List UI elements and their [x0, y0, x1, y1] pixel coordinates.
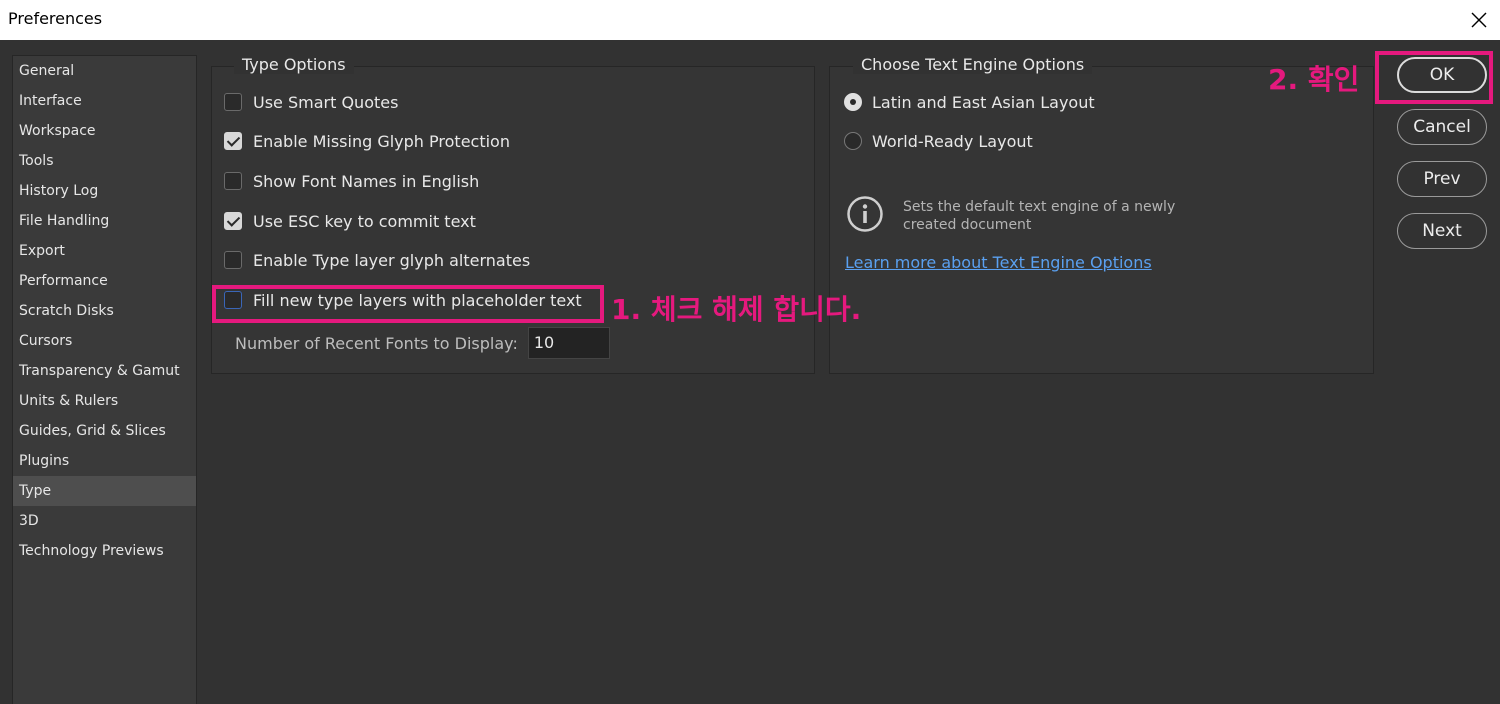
placeholder-text-checkbox[interactable]	[224, 291, 242, 309]
sidebar-item-general[interactable]: General	[13, 56, 196, 86]
latin-east-asian-option[interactable]: Latin and East Asian Layout	[844, 91, 1095, 113]
next-button[interactable]: Next	[1397, 213, 1487, 249]
sidebar-item-workspace[interactable]: Workspace	[13, 116, 196, 146]
smart-quotes-option[interactable]: Use Smart Quotes	[224, 91, 398, 113]
latin-east-asian-label: Latin and East Asian Layout	[872, 92, 1095, 112]
step2-annotation: 2. 확인	[1268, 63, 1360, 96]
sidebar-item-file-handling[interactable]: File Handling	[13, 206, 196, 236]
info-icon	[847, 196, 883, 232]
glyph-alternates-checkbox[interactable]	[224, 251, 242, 269]
smart-quotes-label: Use Smart Quotes	[253, 92, 399, 112]
sidebar-item-transparency-gamut[interactable]: Transparency & Gamut	[13, 356, 196, 386]
preferences-sidebar: General Interface Workspace Tools Histor…	[12, 55, 197, 704]
world-ready-radio[interactable]	[844, 132, 862, 150]
sidebar-item-tools[interactable]: Tools	[13, 146, 196, 176]
sidebar-item-history-log[interactable]: History Log	[13, 176, 196, 206]
type-options-legend: Type Options	[234, 55, 354, 74]
sidebar-item-cursors[interactable]: Cursors	[13, 326, 196, 356]
sidebar-item-export[interactable]: Export	[13, 236, 196, 266]
world-ready-label: World-Ready Layout	[872, 131, 1033, 151]
recent-fonts-row: Number of Recent Fonts to Display: 10	[235, 327, 610, 359]
title-bar: Preferences	[0, 0, 1500, 40]
sidebar-item-guides-grid-slices[interactable]: Guides, Grid & Slices	[13, 416, 196, 446]
missing-glyph-option[interactable]: Enable Missing Glyph Protection	[224, 130, 510, 152]
font-names-english-option[interactable]: Show Font Names in English	[224, 170, 479, 192]
sidebar-item-scratch-disks[interactable]: Scratch Disks	[13, 296, 196, 326]
esc-commit-option[interactable]: Use ESC key to commit text	[224, 210, 476, 232]
learn-more-link[interactable]: Learn more about Text Engine Options	[845, 253, 1152, 272]
info-description: Sets the default text engine of a newly …	[903, 199, 1176, 233]
step1-annotation: 1. 체크 해제 합니다.	[611, 293, 862, 326]
ok-button[interactable]: OK	[1397, 57, 1487, 93]
glyph-alternates-label: Enable Type layer glyph alternates	[253, 250, 531, 270]
placeholder-text-label: Fill new type layers with placeholder te…	[253, 290, 582, 310]
missing-glyph-label: Enable Missing Glyph Protection	[253, 131, 510, 151]
sidebar-item-type[interactable]: Type	[13, 476, 196, 506]
font-names-english-checkbox[interactable]	[224, 172, 242, 190]
font-names-english-label: Show Font Names in English	[253, 171, 480, 191]
recent-fonts-input[interactable]: 10	[527, 327, 610, 359]
close-icon[interactable]	[1464, 5, 1494, 35]
prev-button[interactable]: Prev	[1397, 161, 1487, 197]
sidebar-item-plugins[interactable]: Plugins	[13, 446, 196, 476]
cancel-button[interactable]: Cancel	[1397, 109, 1487, 145]
dialog-body: General Interface Workspace Tools Histor…	[0, 40, 1500, 704]
sidebar-item-performance[interactable]: Performance	[13, 266, 196, 296]
sidebar-item-units-rulers[interactable]: Units & Rulers	[13, 386, 196, 416]
world-ready-option[interactable]: World-Ready Layout	[844, 130, 1033, 152]
smart-quotes-checkbox[interactable]	[224, 93, 242, 111]
recent-fonts-label: Number of Recent Fonts to Display:	[235, 333, 518, 353]
esc-commit-checkbox[interactable]	[224, 212, 242, 230]
window-title: Preferences	[8, 9, 103, 28]
placeholder-text-option[interactable]: Fill new type layers with placeholder te…	[224, 289, 582, 311]
sidebar-item-3d[interactable]: 3D	[13, 506, 196, 536]
glyph-alternates-option[interactable]: Enable Type layer glyph alternates	[224, 249, 530, 271]
missing-glyph-checkbox[interactable]	[224, 132, 242, 150]
esc-commit-label: Use ESC key to commit text	[253, 211, 476, 231]
text-engine-legend: Choose Text Engine Options	[853, 55, 1093, 74]
latin-east-asian-radio[interactable]	[844, 93, 862, 111]
sidebar-item-technology-previews[interactable]: Technology Previews	[13, 536, 196, 566]
sidebar-item-interface[interactable]: Interface	[13, 86, 196, 116]
text-engine-options-group: Choose Text Engine Options Latin and Eas…	[829, 55, 1374, 374]
